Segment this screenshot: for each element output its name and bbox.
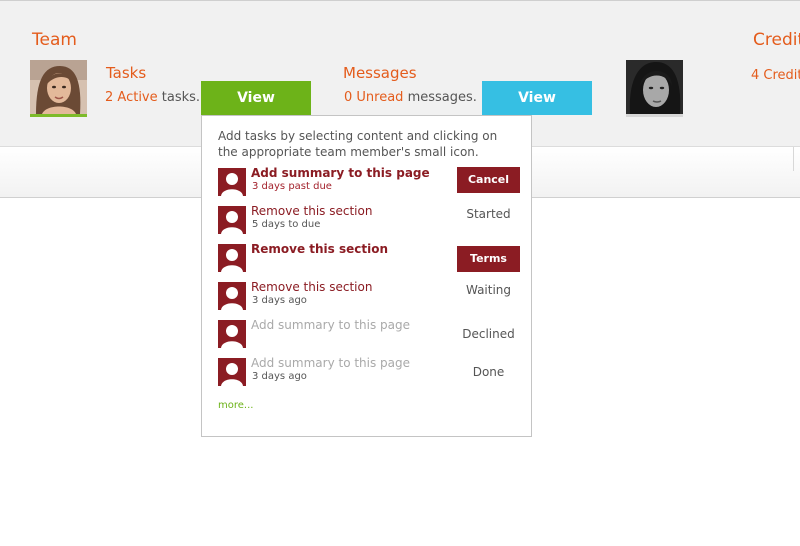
user-icon [218,358,246,386]
user-icon [218,320,246,348]
team-title: Team [32,30,77,50]
task-due-text: 3 days ago [252,295,307,306]
team-member-avatar[interactable] [30,60,87,117]
active-tasks-count[interactable]: 2 Active [105,90,158,105]
task-due-text: 3 days past due [252,181,332,192]
task-item[interactable]: Remove this section 3 days ago Waiting [218,280,520,311]
user-icon [218,282,246,310]
tasks-summary: 2 Active tasks. [105,90,200,105]
task-due-text: 5 days to due [252,219,321,230]
task-item[interactable]: Add summary to this page 3 days past due… [218,166,520,197]
task-status: Declined [462,327,515,341]
task-due-text: 3 days ago [252,371,307,382]
task-item[interactable]: Remove this section Terms [218,242,520,273]
team-member-avatar[interactable] [626,60,683,117]
tasks-label[interactable]: Tasks [106,64,146,82]
task-item[interactable]: Remove this section 5 days to due Starte… [218,204,520,235]
task-title[interactable]: Remove this section [251,242,388,256]
messages-summary: 0 Unread messages. [344,90,477,105]
task-title[interactable]: Remove this section [251,204,372,218]
unread-messages-count[interactable]: 0 Unread [344,90,403,105]
user-icon [218,206,246,234]
woman-portrait-photo [30,60,87,114]
task-title[interactable]: Add summary to this page [251,318,410,332]
task-item[interactable]: Add summary to this page 3 days ago Done [218,356,520,387]
terms-button[interactable]: Terms [457,246,520,272]
task-item[interactable]: Add summary to this page Declined [218,318,520,349]
popup-intro-text: Add tasks by selecting content and click… [218,129,498,159]
credits-title: Credits [753,30,800,50]
tasks-suffix: tasks. [157,90,201,105]
cancel-button[interactable]: Cancel [457,167,520,193]
toolbar-divider [793,147,794,171]
task-title[interactable]: Add summary to this page [251,356,410,370]
user-icon [218,244,246,272]
messages-suffix: messages. [403,90,477,105]
credits-count[interactable]: 4 Credits [751,68,800,83]
task-status: Done [472,365,505,379]
man-portrait-photo [626,60,683,114]
task-status: Started [466,207,511,221]
user-icon [218,168,246,196]
view-messages-button[interactable]: View [482,81,592,115]
task-title[interactable]: Remove this section [251,280,372,294]
more-link[interactable]: more... [218,400,253,411]
view-tasks-button[interactable]: View [201,81,311,115]
messages-label[interactable]: Messages [343,64,417,82]
tasks-popup: Add tasks by selecting content and click… [201,115,532,437]
task-status: Waiting [465,283,512,297]
task-title[interactable]: Add summary to this page [251,166,430,180]
